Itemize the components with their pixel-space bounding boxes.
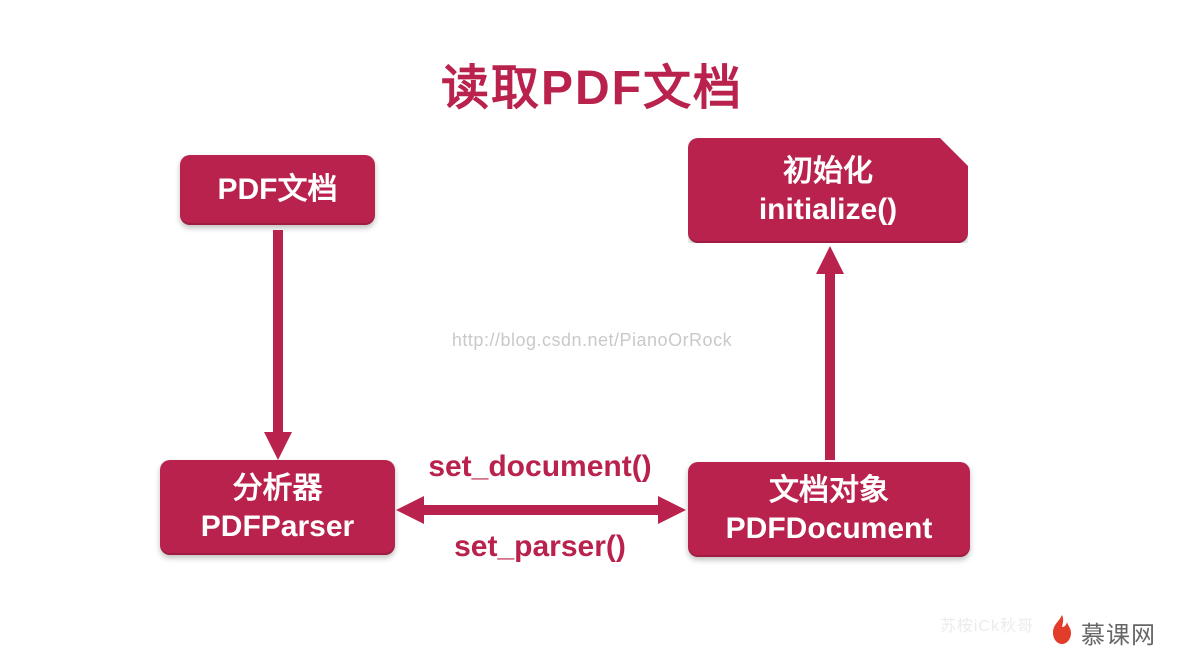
diagram-canvas: 读取PDF文档 http://blog.csdn.net/PianoOrRock…: [0, 0, 1184, 666]
branding-text: 慕课网: [1081, 615, 1156, 650]
connector-label-set-parser: set_parser(): [400, 530, 680, 564]
node-parser-label-2: PDFParser: [201, 508, 354, 546]
watermark-text: http://blog.csdn.net/PianoOrRock: [0, 330, 1184, 351]
arrow-parser-doc-head-left: [396, 496, 424, 524]
node-doc-label-2: PDFDocument: [726, 510, 933, 548]
node-pdf-document: PDF文档: [180, 155, 375, 225]
arrow-parser-doc-head-right: [658, 496, 686, 524]
node-pdfdocument: 文档对象 PDFDocument: [688, 462, 970, 557]
branding: 慕课网: [1049, 615, 1156, 650]
node-pdf-label: PDF文档: [218, 171, 338, 209]
flame-icon: [1049, 615, 1075, 650]
node-parser-label-1: 分析器: [233, 470, 323, 508]
diagram-title: 读取PDF文档: [0, 48, 1184, 118]
faint-watermark: 苏桉iCk秋哥: [940, 612, 1034, 636]
arrow-doc-to-init-head: [816, 246, 844, 274]
node-init-label-2: initialize(): [759, 191, 897, 229]
node-init-label-1: 初始化: [783, 153, 873, 191]
node-doc-label-1: 文档对象: [769, 472, 889, 510]
node-parser: 分析器 PDFParser: [160, 460, 395, 555]
connector-label-set-document: set_document(): [400, 450, 680, 484]
node-initialize: 初始化 initialize(): [688, 138, 968, 243]
arrow-pdf-to-parser-head: [264, 432, 292, 460]
